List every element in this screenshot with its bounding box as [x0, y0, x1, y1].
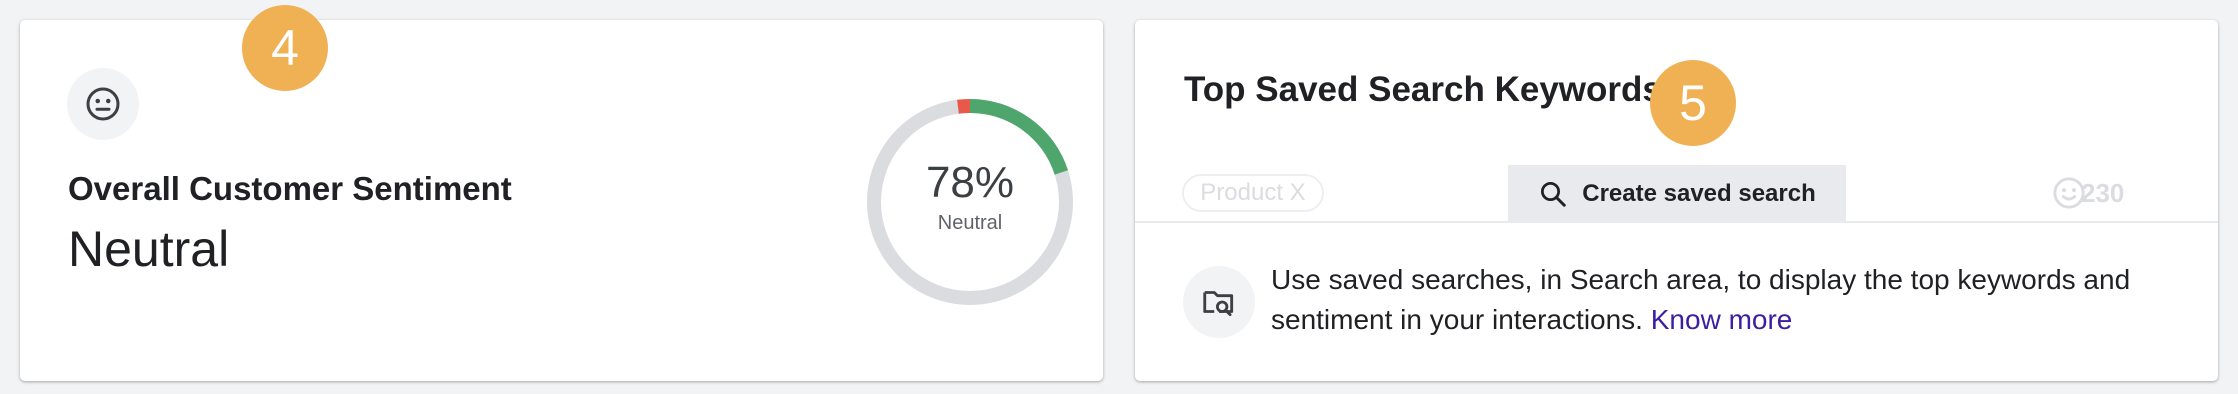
folder-search-icon [1183, 266, 1255, 338]
info-message: Use saved searches, in Search area, to d… [1271, 260, 2171, 340]
know-more-link[interactable]: Know more [1651, 304, 1793, 335]
search-icon [1541, 182, 1566, 207]
step-badge-4: 4 [242, 5, 328, 91]
sentiment-title: Overall Customer Sentiment [68, 170, 512, 207]
donut-caption: Neutral [937, 212, 1003, 234]
divider [1135, 221, 2218, 223]
keyword-count: 230 [2081, 178, 2125, 208]
keywords-title: Top Saved Search Keywords [1184, 70, 1662, 109]
step-badge-5: 5 [1650, 60, 1736, 146]
sentiment-card: Overall Customer Sentiment Neutral 78% N… [20, 20, 1103, 381]
create-saved-search-button[interactable]: Create saved search [1508, 165, 1846, 223]
sentiment-value: Neutral [68, 221, 230, 277]
donut-percent-label: 78% [925, 158, 1015, 207]
neutral-face-icon [67, 68, 139, 140]
keyword-chip: Product X [1182, 174, 1324, 212]
create-saved-search-label: Create saved search [1582, 180, 1816, 207]
